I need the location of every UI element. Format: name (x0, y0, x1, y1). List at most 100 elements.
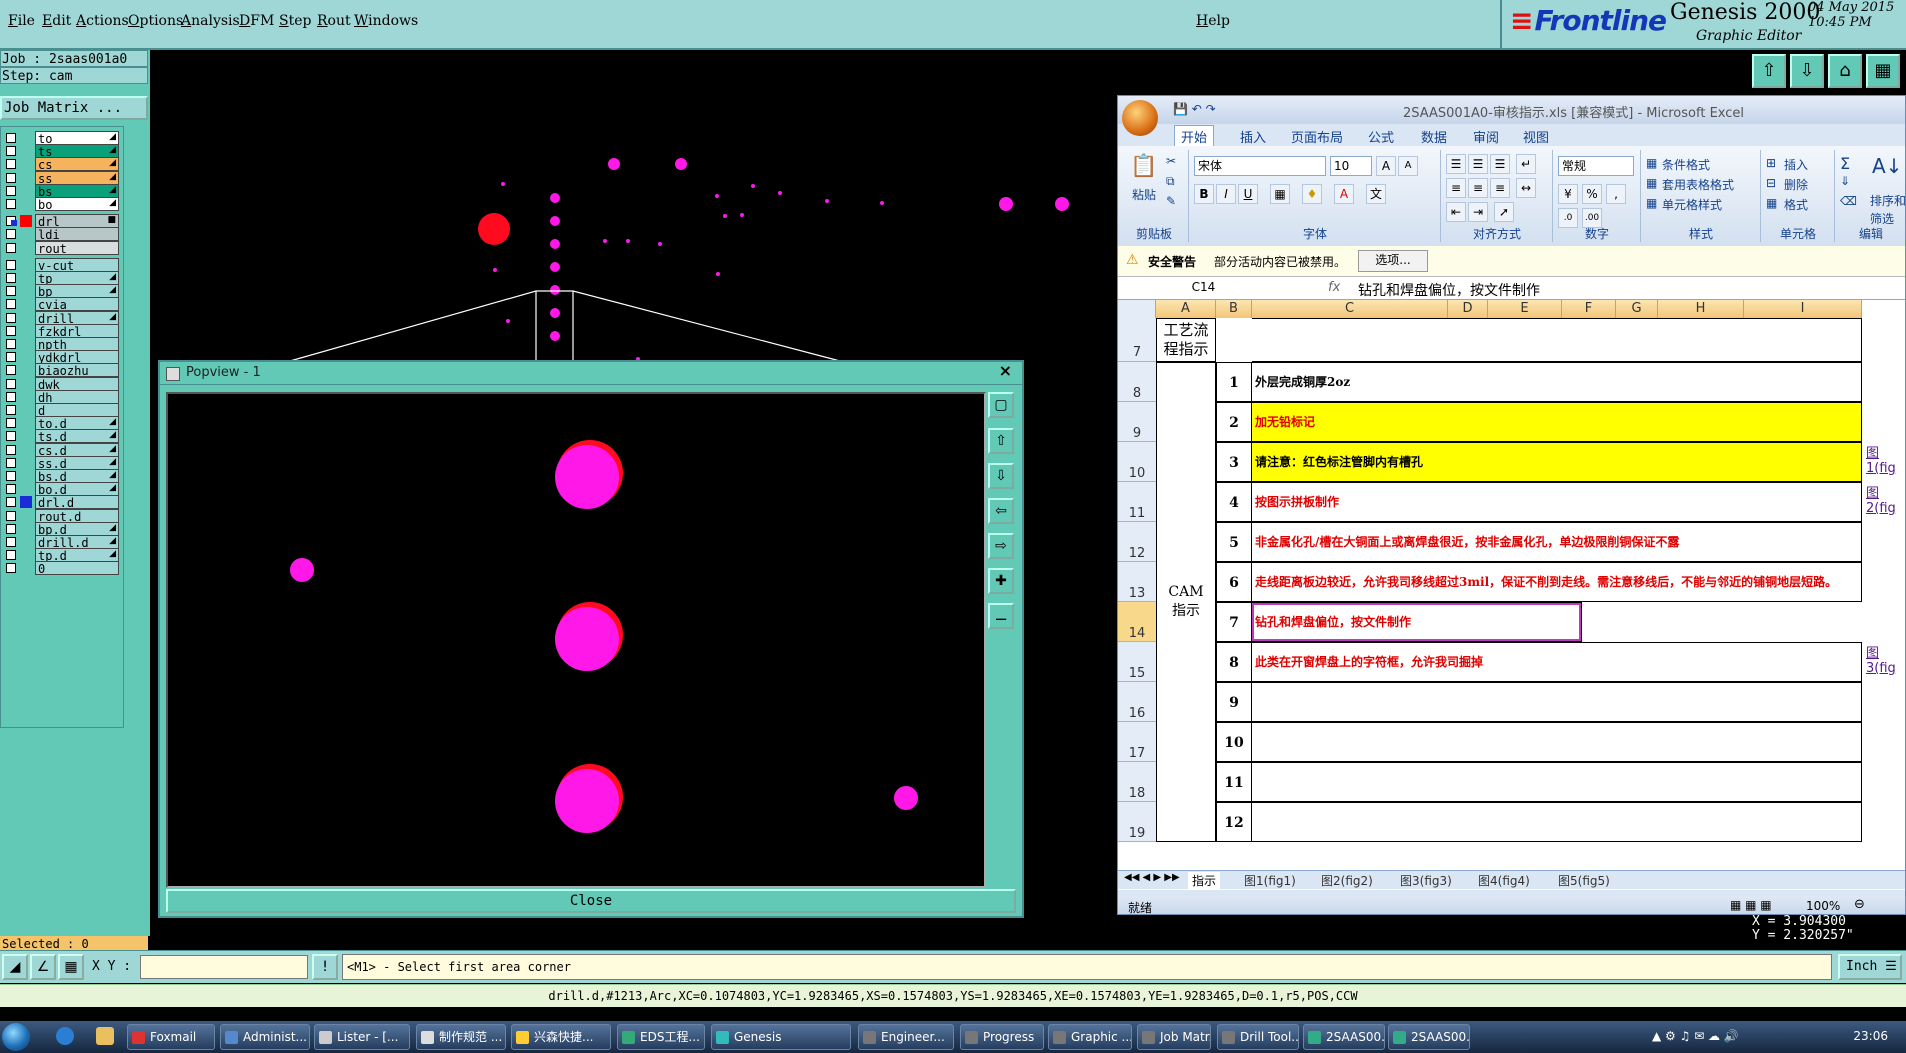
layer-row-rout.d[interactable]: rout.d (3, 508, 119, 524)
layer-row-bs.d[interactable]: bs.d ◢ (3, 469, 119, 484)
layer-name[interactable]: drl (35, 214, 119, 229)
layer-name[interactable]: drill.d (35, 535, 119, 550)
font-name-select[interactable]: 宋体 (1194, 156, 1326, 176)
taskbar-button[interactable]: Administ... (220, 1024, 310, 1050)
formula-input[interactable]: 钻孔和焊盘偏位，按文件制作 (1358, 280, 1540, 300)
instruction-cell[interactable] (1252, 802, 1862, 842)
sheet-tab[interactable]: 图5(fig5) (1558, 872, 1610, 889)
align-right-icon[interactable]: ≡ (1490, 178, 1510, 198)
layer-row-biaozhu[interactable]: biaozhu (3, 363, 119, 378)
instruction-cell[interactable] (1252, 762, 1862, 802)
taskbar-button[interactable]: Graphic ... (1048, 1024, 1132, 1050)
layer-checkbox[interactable] (6, 365, 16, 376)
layer-row-ldi[interactable]: ldi (3, 227, 119, 242)
layer-checkbox[interactable] (6, 510, 16, 521)
taskbar-button[interactable]: Engineer... (858, 1024, 954, 1050)
layer-row-cs[interactable]: cs ◢ (3, 157, 119, 172)
taskbar-button[interactable]: Foxmail (127, 1024, 215, 1050)
clear-icon[interactable]: ⌫ (1840, 194, 1857, 208)
layer-row-d[interactable]: d (3, 403, 119, 418)
layer-row-dh[interactable]: dh (3, 389, 119, 405)
column-header-I[interactable]: I (1744, 300, 1862, 318)
layer-name[interactable]: cs (35, 157, 119, 172)
layer-row-to.d[interactable]: to.d ◢ (3, 416, 119, 431)
row-header[interactable]: 14 (1118, 602, 1156, 642)
layer-checkbox[interactable] (6, 172, 16, 183)
layer-checkbox[interactable] (6, 418, 16, 429)
layer-checkbox[interactable] (6, 339, 16, 349)
layer-name[interactable]: rout (35, 240, 119, 256)
layer-name[interactable]: tp (35, 271, 119, 286)
layer-checkbox[interactable] (6, 146, 16, 157)
align-left-icon[interactable]: ≡ (1446, 178, 1466, 198)
copy-icon[interactable]: ⧉ (1166, 174, 1175, 189)
comma-icon[interactable]: , (1606, 184, 1626, 204)
taskbar-button[interactable]: EDS工程... (617, 1024, 705, 1050)
layer-name[interactable]: d (35, 403, 119, 418)
column-header-B[interactable]: B (1216, 300, 1252, 318)
menu-options[interactable]: Options (128, 13, 183, 29)
job-matrix-button[interactable]: Job Matrix ... (0, 96, 148, 120)
pan-down-icon[interactable]: ⇩ (988, 463, 1014, 489)
layer-checkbox[interactable] (6, 159, 16, 170)
layer-name[interactable]: ts (35, 144, 119, 159)
layer-checkbox[interactable] (6, 405, 16, 415)
layer-row-ts.d[interactable]: ts.d ◢ (3, 429, 119, 444)
layer-row-cs.d[interactable]: cs.d ◢ (3, 442, 119, 458)
instruction-cell[interactable] (1252, 318, 1862, 362)
decrease-indent-icon[interactable]: ⇤ (1446, 202, 1466, 222)
layer-checkbox[interactable] (6, 391, 16, 402)
conditional-format-button[interactable]: 条件格式 (1662, 156, 1710, 173)
zoom-out-icon[interactable]: ⊖ (1854, 897, 1865, 912)
column-header-C[interactable]: C (1252, 300, 1448, 318)
layer-checkbox[interactable] (6, 216, 17, 227)
align-center-icon[interactable]: ≡ (1468, 178, 1488, 198)
insert-cells-button[interactable]: 插入 (1784, 156, 1808, 173)
row-header[interactable]: 15 (1118, 642, 1156, 682)
menu-rout[interactable]: Rout (317, 13, 351, 29)
zoom-in-icon[interactable]: ✚ (988, 568, 1014, 594)
layer-name[interactable]: bs (35, 183, 119, 199)
menu-help[interactable]: Help (1196, 13, 1496, 29)
layer-checkbox[interactable] (6, 185, 16, 196)
align-middle-icon[interactable]: ☰ (1468, 154, 1488, 174)
popview-close-button[interactable]: Close (166, 889, 1016, 913)
sort-button[interactable]: 排序和 (1870, 192, 1905, 209)
layer-checkbox[interactable] (6, 523, 16, 534)
layer-name[interactable]: ss (35, 170, 119, 186)
row-header[interactable]: 18 (1118, 762, 1156, 802)
info-icon[interactable]: ! (312, 954, 338, 980)
menu-file[interactable]: File (8, 13, 35, 29)
taskbar-button[interactable]: Genesis (711, 1024, 851, 1050)
step-number-cell[interactable]: 9 (1216, 682, 1252, 722)
layer-name[interactable]: bo (35, 197, 119, 212)
step-number-cell[interactable]: 10 (1216, 722, 1252, 762)
step-number-cell[interactable]: 6 (1216, 562, 1252, 602)
figure-link[interactable]: 图1(fig (1866, 446, 1905, 476)
row-header[interactable]: 11 (1118, 482, 1156, 522)
tab-formulas[interactable]: 公式 (1368, 127, 1394, 146)
instruction-cell[interactable] (1252, 722, 1862, 762)
menu-actions[interactable]: Actions (76, 13, 129, 29)
view-home-icon[interactable]: ⌂ (1828, 54, 1862, 88)
cell-styles-button[interactable]: 单元格样式 (1662, 196, 1722, 213)
layer-name[interactable]: bo.d (35, 482, 119, 497)
layer-row-0[interactable]: 0 (3, 561, 119, 576)
shrink-font-icon[interactable]: A (1398, 156, 1418, 176)
step-number-cell[interactable]: 5 (1216, 522, 1252, 562)
layer-row-bo.d[interactable]: bo.d ◢ (3, 482, 119, 497)
layer-checkbox[interactable] (6, 444, 16, 455)
tab-home[interactable]: 开始 (1174, 125, 1215, 147)
view-export-icon[interactable]: ⇧ (1752, 54, 1786, 88)
align-bottom-icon[interactable]: ☰ (1490, 154, 1510, 174)
select-mode-icon[interactable]: ◢ (2, 954, 28, 980)
section-cam-label[interactable]: CAM指示 (1156, 362, 1216, 842)
close-icon[interactable]: × (999, 361, 1012, 380)
column-header-F[interactable]: F (1562, 300, 1616, 318)
taskbar-button[interactable]: 制作规范 ... (416, 1024, 506, 1050)
layer-name[interactable]: to.d (35, 416, 119, 431)
layer-checkbox[interactable] (6, 229, 16, 240)
xy-input[interactable] (140, 955, 308, 979)
layer-checkbox[interactable] (6, 242, 16, 253)
phonetic-icon[interactable]: 文 (1366, 184, 1386, 204)
